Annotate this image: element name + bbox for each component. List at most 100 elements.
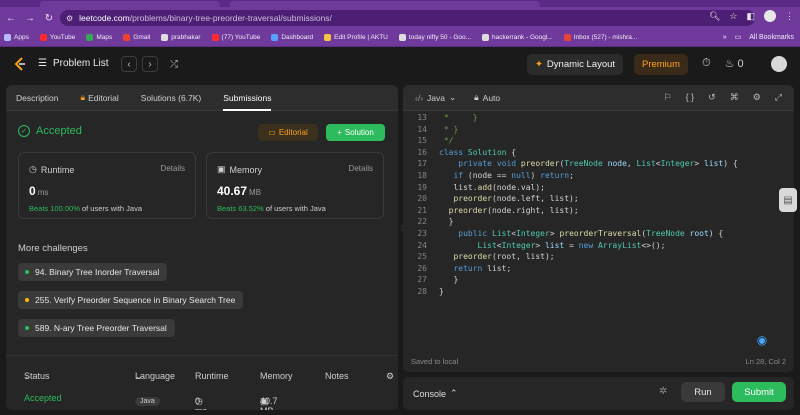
bookmark-item[interactable]: hackerrank - Googl...	[482, 34, 553, 41]
tab-editorial[interactable]: 🔒︎ Editorial	[81, 85, 119, 111]
code-line[interactable]: 27 }	[403, 275, 794, 287]
bookmark-item[interactable]: Maps	[86, 34, 112, 41]
run-button[interactable]: Run	[681, 382, 725, 402]
challenge-chip[interactable]: 94. Binary Tree Inorder Traversal	[18, 263, 168, 281]
panel-resize-handle[interactable]: ⋮	[399, 225, 405, 239]
language-select[interactable]: ‹/› Java ⌄	[415, 92, 456, 103]
code-line[interactable]: 14 * }	[403, 125, 794, 137]
submission-status: ✓ Accepted	[18, 125, 82, 137]
console-toggle[interactable]: Console ⌃	[413, 388, 458, 399]
runtime-card[interactable]: ◷ Runtime Details 0 ms Beats 100.00% of us…	[18, 152, 196, 219]
tab-description[interactable]: Description	[16, 85, 59, 111]
runtime-details-link[interactable]: Details	[161, 164, 185, 173]
code-line[interactable]: 24 List<Integer> list = new ArrayList<>(…	[403, 241, 794, 253]
bookmark-item[interactable]: YouTube	[39, 34, 75, 41]
code-line[interactable]: 21 preorder(node.right, list);	[403, 206, 794, 218]
code-line[interactable]: 16 class Solution {	[403, 148, 794, 160]
fullscreen-icon[interactable]: ⤢	[775, 92, 782, 103]
problem-list-link[interactable]: ☰ Problem List	[38, 58, 109, 69]
user-avatar[interactable]	[771, 56, 787, 72]
line-number: 24	[417, 240, 427, 250]
table-row[interactable]: Accepted Java ◷ 0 ms ▣ 40.7 MB	[24, 393, 394, 410]
code-area[interactable]: 13 * } 14 * } 15 */16 class Solution {17 pr…	[403, 113, 794, 353]
status-column-header[interactable]: Status ⌄	[24, 371, 50, 382]
tab-solutions[interactable]: Solutions (6.7K)	[141, 85, 201, 111]
settings-icon[interactable]: ⚙	[753, 92, 761, 103]
sidepanel-icon[interactable]: ◧	[746, 11, 755, 22]
site-info-icon[interactable]: ⚙	[66, 14, 73, 23]
premium-button[interactable]: Premium	[634, 54, 688, 75]
reload-icon[interactable]: ↻	[41, 10, 57, 26]
code-text: public List<Integer> preorderTraversal(T…	[458, 229, 724, 238]
bookmark-favicon-icon	[271, 34, 279, 41]
notes-icon[interactable]: ▤	[779, 188, 797, 212]
code-line[interactable]: 26 return list;	[403, 264, 794, 276]
forward-icon[interactable]: →	[22, 10, 38, 26]
check-circle-icon: ✓	[18, 125, 30, 137]
challenge-chip[interactable]: 255. Verify Preorder Sequence in Binary …	[18, 291, 244, 309]
lock-icon: 🔒︎	[80, 92, 86, 102]
bookmark-item[interactable]: Apps	[4, 34, 29, 41]
code-text: }	[439, 287, 444, 296]
back-icon[interactable]: ←	[3, 10, 19, 26]
code-text: * }	[439, 124, 459, 134]
bookmark-item[interactable]: Edit Profile | AKTU	[324, 34, 388, 41]
code-line[interactable]: 19 list.add(node.val);	[403, 183, 794, 195]
challenge-chip[interactable]: 589. N-ary Tree Preorder Traversal	[18, 319, 175, 337]
timer-icon[interactable]: ⏱	[702, 57, 711, 70]
code-text: preorder(node.left, list);	[453, 194, 579, 204]
editorial-button[interactable]: ▭ Editorial	[258, 124, 318, 141]
code-line[interactable]: 17 private void preorder(TreeNode node, …	[403, 159, 794, 171]
next-problem-button[interactable]: ›	[142, 56, 158, 72]
tab-submissions[interactable]: Submissions	[223, 85, 272, 111]
bookmark-icon[interactable]: ⚐	[664, 92, 672, 103]
code-line[interactable]: 18 if (node == null) return;	[403, 171, 794, 183]
code-line[interactable]: 23 public List<Integer> preorderTraversa…	[403, 229, 794, 241]
bookmark-item[interactable]: prabhakar	[161, 34, 201, 41]
memory-beats: Beats 63.52% of users with Java	[217, 204, 326, 213]
bookmark-item[interactable]: Inbox (527) - mishra...	[563, 34, 637, 41]
format-icon[interactable]: { }	[686, 92, 695, 103]
assistant-chat-icon[interactable]: ◉	[754, 332, 770, 348]
submit-button[interactable]: Submit	[732, 382, 786, 402]
dynamic-layout-button[interactable]: ✦ Dynamic Layout	[527, 54, 623, 75]
bookmark-item[interactable]: today nifty 50 - Goo...	[398, 34, 471, 41]
plus-icon: +	[337, 128, 342, 137]
shuffle-icon[interactable]: ⤮	[166, 56, 182, 72]
bookmark-favicon-icon	[39, 34, 47, 41]
overflow-icon[interactable]: »	[723, 34, 727, 41]
zoom-icon[interactable]: 🔍︎	[709, 11, 720, 22]
code-text: }	[439, 275, 459, 285]
solution-button[interactable]: + Solution	[326, 124, 385, 141]
menu-icon[interactable]: ⋮	[785, 11, 794, 22]
settings-icon[interactable]: ⚙	[386, 371, 394, 382]
line-number: 27	[417, 275, 427, 285]
code-line[interactable]: 22 }	[403, 217, 794, 229]
memory-card[interactable]: ▣ Memory Details 40.67 MB Beats 63.52% of …	[206, 152, 384, 219]
debug-icon[interactable]: ✲	[659, 386, 667, 397]
code-line[interactable]: 20 preorder(node.left, list);	[403, 194, 794, 206]
bookmark-item[interactable]: (77) YouTube	[211, 34, 260, 41]
code-line[interactable]: 25 preorder(root, list);	[403, 252, 794, 264]
code-line[interactable]: 28}	[403, 287, 794, 299]
prev-problem-button[interactable]: ‹	[121, 56, 137, 72]
profile-avatar[interactable]	[764, 10, 776, 22]
code-line[interactable]: 13 * }	[403, 113, 794, 125]
bookmark-star-icon[interactable]: ☆	[729, 11, 737, 22]
language-column-header[interactable]: Language ⌄	[135, 371, 175, 382]
memory-details-link[interactable]: Details	[349, 164, 373, 173]
code-line[interactable]: 15 */	[403, 136, 794, 148]
auto-toggle[interactable]: 🔒︎ Auto	[474, 92, 500, 103]
code-text: return list;	[453, 263, 512, 273]
url-field[interactable]: ⚙ leetcode.com/problems/binary-tree-preo…	[60, 10, 755, 26]
bookmark-item[interactable]: Dashboard	[271, 34, 313, 41]
bookmark-item[interactable]: Gmail	[123, 34, 150, 41]
row-status[interactable]: Accepted	[24, 393, 62, 403]
reset-icon[interactable]: ↺	[708, 92, 716, 103]
shortcut-icon[interactable]: ⌘	[730, 92, 739, 103]
runtime-value: 0 ms	[29, 184, 49, 198]
streak-counter[interactable]: ♨ 0	[725, 57, 744, 70]
all-bookmarks[interactable]: » ▭ All Bookmarks	[723, 33, 794, 42]
leetcode-logo-icon[interactable]	[13, 57, 27, 71]
line-number: 16	[417, 147, 427, 157]
